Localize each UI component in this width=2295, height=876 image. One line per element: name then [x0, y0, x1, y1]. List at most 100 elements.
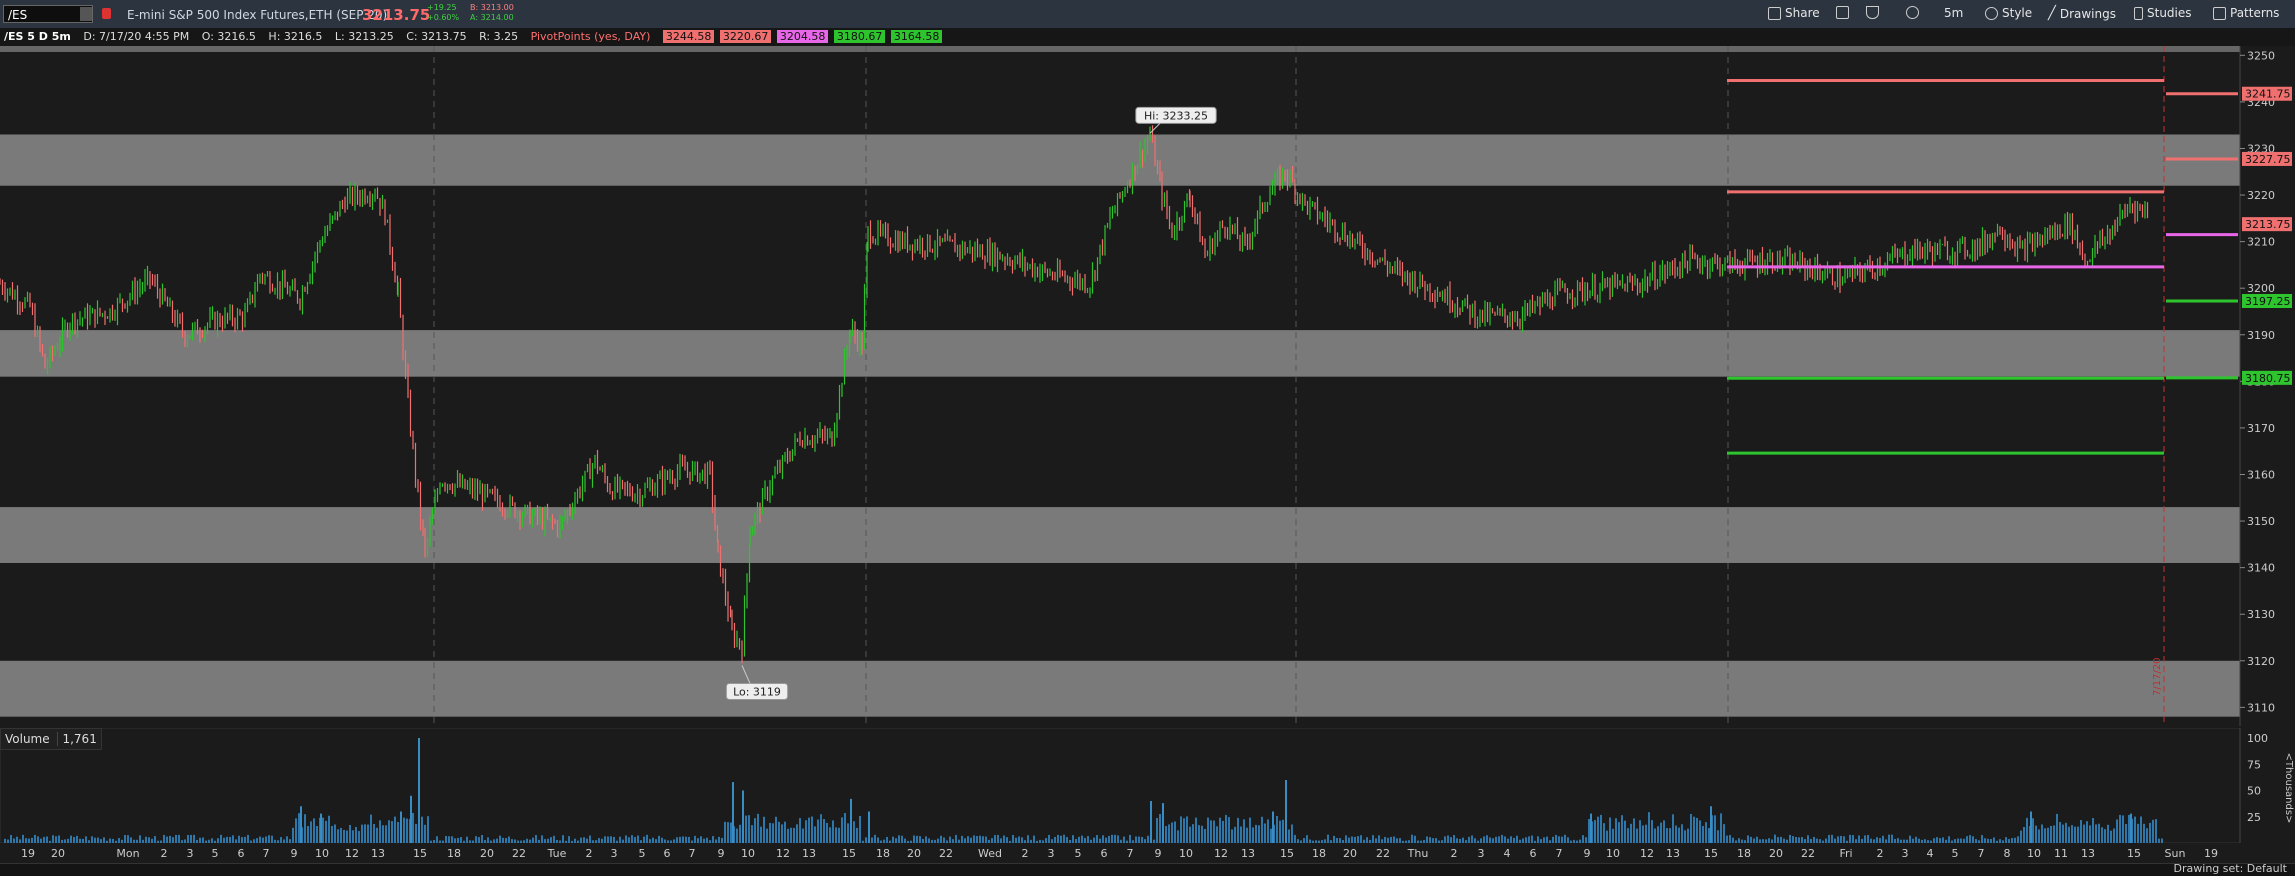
volume-bar [760, 826, 762, 843]
volume-bar [772, 823, 774, 843]
volume-bar [1372, 835, 1374, 843]
volume-bar [1528, 836, 1530, 843]
snapshot-button[interactable] [1836, 6, 1849, 19]
volume-bar [784, 821, 786, 843]
time-tick-label: 12 [1640, 847, 1654, 860]
volume-bar [853, 821, 855, 843]
price-tick-label: 3160 [2247, 468, 2275, 481]
volume-bar [127, 835, 129, 843]
volume-bar [736, 828, 738, 843]
volume-bar [1627, 828, 1629, 843]
volume-bar [320, 813, 322, 843]
time-tick-label: 13 [1666, 847, 1680, 860]
volume-bar [1639, 820, 1641, 843]
volume-bar [1891, 834, 1893, 843]
volume-bar [724, 821, 726, 843]
volume-bar [820, 814, 822, 843]
volume-bar [1612, 828, 1614, 843]
volume-bar [1255, 824, 1257, 843]
volume-bar [385, 825, 387, 843]
time-tick-label: 20 [1343, 847, 1357, 860]
volume-bar [754, 818, 756, 843]
time-tick-label: 10 [1179, 847, 1193, 860]
volume-bar [832, 820, 834, 843]
volume-bar [541, 835, 543, 843]
volume-bar [925, 836, 927, 843]
volume-bar [1186, 816, 1188, 843]
volume-bar [2125, 824, 2127, 843]
volume-bar [373, 823, 375, 843]
volume-bar [1174, 821, 1176, 843]
timeframe-button[interactable]: 5m [1944, 6, 1963, 20]
price-tick-label: 3140 [2247, 562, 2275, 575]
bid-price: B: 3213.00 [470, 3, 514, 12]
volume-bar [1246, 827, 1248, 843]
time-tick-label: 22 [1376, 847, 1390, 860]
volume-bar [388, 820, 390, 843]
volume-bar [553, 835, 555, 843]
volume-bar [1156, 817, 1158, 843]
volume-bar [1234, 826, 1236, 843]
volume-bar [1588, 819, 1590, 843]
volume-bar [1072, 835, 1074, 843]
price-chart[interactable]: 7/17/20 32503240323032203210320031903180… [0, 46, 2295, 726]
volume-bar [2050, 825, 2052, 843]
volume-bar [994, 835, 996, 843]
high-annotation: Hi: 3233.25 [1144, 109, 1208, 122]
drawing-set-label[interactable]: Drawing set: Default [2174, 862, 2287, 875]
drawings-button[interactable]: ╱ Drawings [2048, 6, 2116, 21]
time-tick-label: 15 [413, 847, 427, 860]
time-tick-label: 3 [1902, 847, 1909, 860]
volume-bar [1198, 825, 1200, 843]
volume-bar [400, 811, 402, 843]
studies-button[interactable]: Studies [2134, 6, 2192, 20]
volume-bar [304, 814, 306, 843]
price-label: 3197.25 [2245, 295, 2291, 308]
volume-bar [2032, 818, 2034, 843]
volume-chart[interactable]: 100 75 50 25 <Thousands> [0, 728, 2295, 843]
volume-bar [2071, 825, 2073, 843]
volume-bar [1243, 819, 1245, 843]
volume-bar [961, 835, 963, 843]
volume-bar [2062, 824, 2064, 843]
time-tick-label: Fri [1839, 847, 1852, 860]
volume-tick-label: 75 [2247, 758, 2261, 771]
volume-bar [1831, 834, 1833, 843]
style-button[interactable]: Style [1985, 6, 2032, 20]
patterns-button[interactable]: Patterns [2213, 6, 2279, 20]
volume-bar [1360, 835, 1362, 843]
bar-low: L: 3213.25 [334, 30, 394, 43]
pivot-value-s1: 3180.67 [833, 30, 886, 43]
flask-button[interactable] [1866, 6, 1879, 19]
volume-bar [310, 821, 312, 843]
support-resistance-zone [0, 330, 2240, 377]
volume-bar [2068, 826, 2070, 843]
price-tick-label: 3120 [2247, 655, 2275, 668]
volume-bar [1669, 828, 1671, 843]
alert-icon[interactable] [102, 8, 111, 19]
volume-bar [1537, 836, 1539, 843]
volume-bar [1590, 813, 1592, 843]
volume-bar [1597, 816, 1599, 843]
top-toolbar: /ES E-mini S&P 500 Index Futures,ETH (SE… [0, 0, 2295, 29]
volume-bar [22, 834, 24, 843]
volume-bar [427, 816, 429, 843]
volume-bar [802, 828, 804, 843]
time-axis[interactable]: 19 20 Mon 2 3 5 6 7 9 10 12 13 15 18 20 22 Tue 2 3 5 6 7 9 10 12… [0, 843, 2295, 863]
volume-bar [1453, 835, 1455, 843]
volume-bar [1852, 835, 1854, 843]
volume-bar [604, 836, 606, 843]
symbol-dropdown-icon[interactable] [80, 7, 92, 21]
settings-button[interactable] [1906, 6, 1919, 19]
volume-bar [868, 811, 870, 843]
patterns-icon [2213, 6, 2226, 20]
time-tick-label: 6 [1530, 847, 1537, 860]
last-price: 3213.75 [362, 6, 431, 24]
volume-bar [730, 822, 732, 843]
volume-bar [967, 836, 969, 843]
volume-bar [1849, 834, 1851, 843]
volume-bar [300, 806, 302, 843]
volume-bar [268, 835, 270, 843]
share-button[interactable]: Share [1768, 6, 1820, 20]
time-tick-label: 18 [1737, 847, 1751, 860]
